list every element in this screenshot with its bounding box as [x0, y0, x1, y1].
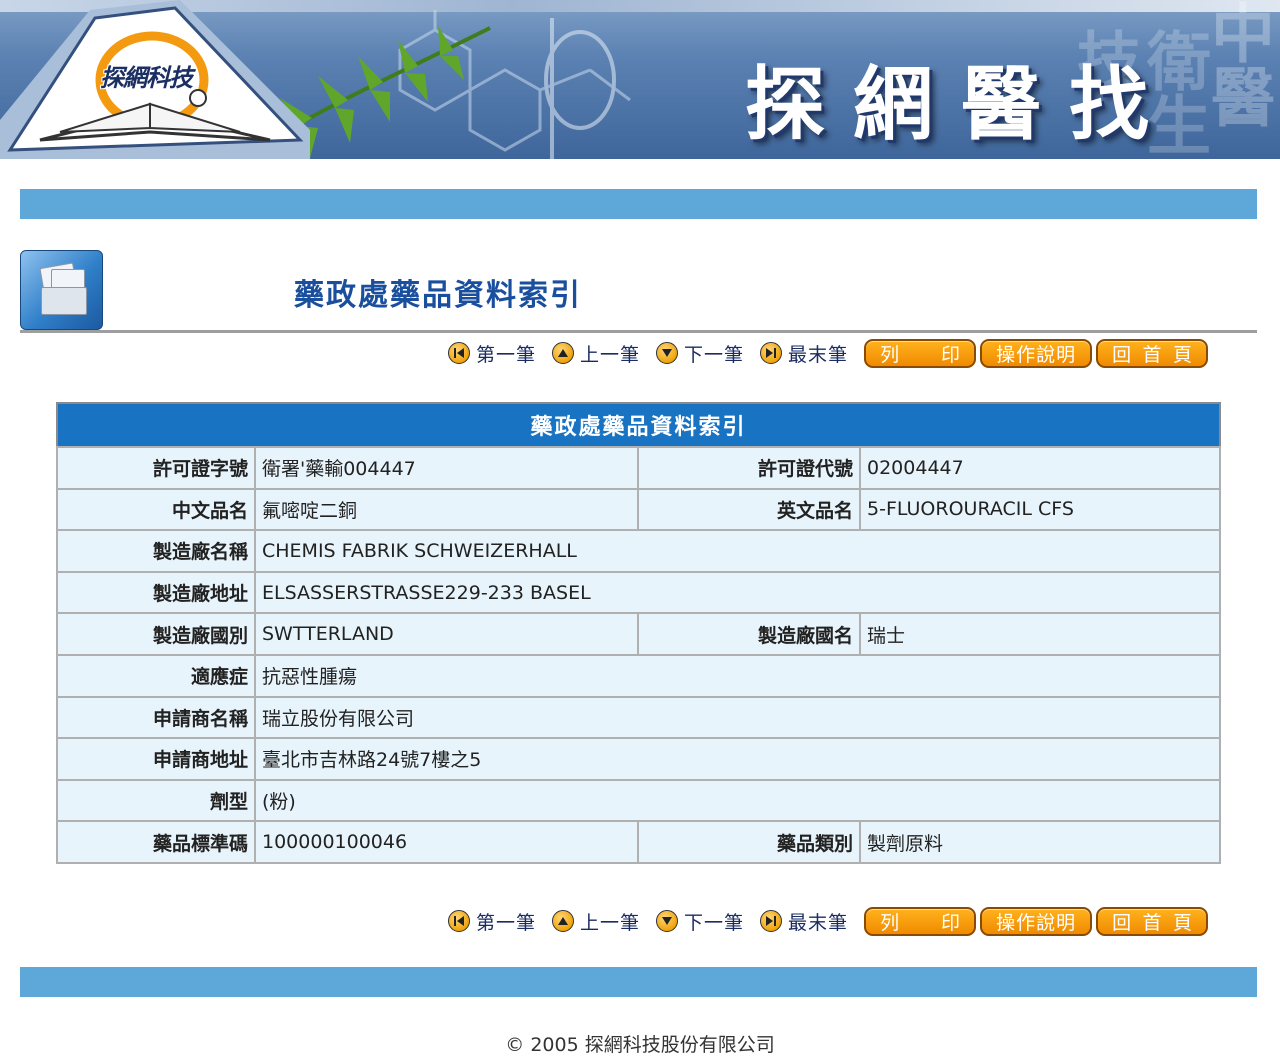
home-label-2: 首 — [1142, 343, 1162, 366]
field-value: CHEMIS FABRIK SCHWEIZERHALL — [254, 529, 1221, 573]
print-label-1: 列 — [880, 343, 900, 366]
rewind-icon — [448, 342, 470, 364]
prev-record-button[interactable]: 上一筆 — [552, 908, 640, 935]
field-value: 製劑原料 — [859, 820, 1221, 864]
arrow-down-icon — [656, 910, 679, 932]
field-label: 申請商名稱 — [56, 695, 256, 740]
field-label: 製造廠名稱 — [56, 529, 256, 573]
table-row: 製造廠地址 ELSASSERSTRASSE229-233 BASEL — [56, 570, 1221, 615]
print-button[interactable]: 列 印 — [864, 338, 977, 368]
folder-icon — [20, 250, 103, 330]
copyright-text: © 2005 探網科技股份有限公司 — [505, 1034, 775, 1056]
field-value: (粉) — [254, 778, 1221, 823]
home-label-3: 頁 — [1173, 911, 1193, 934]
home-button[interactable]: 回 首 頁 — [1096, 338, 1209, 368]
last-record-button[interactable]: 最末筆 — [760, 908, 848, 935]
table-row: 申請商地址 臺北市吉林路24號7樓之5 — [56, 737, 1221, 781]
brand-title: 探網醫找 — [745, 57, 1177, 151]
record-nav-bottom: 第一筆 上一筆 下一筆 最末筆 列 印 操作說明 回 首 頁 — [448, 906, 1212, 936]
last-record-button[interactable]: 最末筆 — [760, 340, 848, 367]
field-value: 抗惡性腫瘍 — [254, 653, 1221, 698]
field-value: ELSASSERSTRASSE229-233 BASEL — [254, 570, 1221, 615]
last-record-label: 最末筆 — [788, 911, 849, 934]
first-record-label: 第一筆 — [476, 343, 537, 366]
field-label: 申請商地址 — [56, 737, 256, 781]
fast-forward-icon — [760, 342, 783, 364]
field-label: 藥品類別 — [637, 820, 861, 864]
print-label-2: 印 — [941, 911, 961, 934]
prev-record-label: 上一筆 — [580, 343, 641, 366]
home-label-1: 回 — [1112, 911, 1132, 934]
fast-forward-icon — [760, 910, 783, 932]
top-accent-bar — [20, 189, 1257, 219]
first-record-button[interactable]: 第一筆 — [448, 908, 536, 935]
prev-record-button[interactable]: 上一筆 — [552, 340, 640, 367]
home-button[interactable]: 回 首 頁 — [1096, 906, 1209, 936]
arrow-down-icon — [656, 342, 679, 364]
prev-record-label: 上一筆 — [580, 911, 641, 934]
next-record-label: 下一筆 — [684, 911, 745, 934]
bottom-accent-bar — [20, 967, 1257, 997]
table-row: 藥品標準碼 100000100046 藥品類別 製劑原料 — [56, 820, 1221, 864]
next-record-label: 下一筆 — [684, 343, 745, 366]
arrow-up-icon — [552, 342, 575, 364]
home-label-1: 回 — [1112, 343, 1132, 366]
help-button[interactable]: 操作說明 — [980, 906, 1093, 936]
field-value: 5-FLUOROURACIL CFS — [859, 487, 1221, 532]
field-label: 中文品名 — [56, 487, 256, 532]
field-value: SWTTERLAND — [254, 612, 639, 656]
first-record-button[interactable]: 第一筆 — [448, 340, 536, 367]
field-value: 瑞士 — [859, 612, 1221, 656]
print-button[interactable]: 列 印 — [864, 906, 977, 936]
table-row: 中文品名 氟嘧啶二銅 英文品名 5-FLUOROURACIL CFS — [56, 487, 1221, 532]
home-label-3: 頁 — [1173, 343, 1193, 366]
field-label: 英文品名 — [637, 487, 861, 532]
title-divider — [20, 330, 1257, 333]
table-row: 許可證字號 衛署'藥輸004447 許可證代號 02004447 — [56, 446, 1221, 490]
logo-text: 探網科技 — [100, 63, 193, 92]
banner-ghost-text: 中醫 — [1200, 0, 1275, 128]
page-title: 藥政處藥品資料索引 — [294, 278, 582, 313]
next-record-button[interactable]: 下一筆 — [656, 908, 744, 935]
table-row: 適應症 抗惡性腫瘍 — [56, 653, 1221, 698]
last-record-label: 最末筆 — [788, 343, 849, 366]
field-label: 適應症 — [56, 653, 256, 698]
print-label-2: 印 — [941, 343, 961, 366]
field-label: 製造廠國別 — [56, 612, 256, 656]
table-header-row: 藥政處藥品資料索引 — [57, 403, 1220, 447]
field-label: 劑型 — [56, 778, 256, 823]
field-label: 許可證字號 — [56, 446, 256, 490]
field-value: 100000100046 — [254, 820, 639, 864]
help-button[interactable]: 操作說明 — [980, 338, 1093, 368]
first-record-label: 第一筆 — [476, 911, 537, 934]
print-label-1: 列 — [880, 911, 900, 934]
table-row: 申請商名稱 瑞立股份有限公司 — [56, 695, 1221, 740]
field-label: 製造廠地址 — [56, 570, 256, 615]
table-row: 劑型 (粉) — [56, 778, 1221, 823]
header-banner: 探網科技 中醫 衛生技 探網醫找 — [0, 0, 1280, 159]
field-value: 氟嘧啶二銅 — [254, 487, 639, 532]
field-label: 製造廠國名 — [637, 612, 861, 656]
drug-info-table: 藥政處藥品資料索引 許可證字號 衛署'藥輸004447 許可證代號 020044… — [56, 402, 1221, 864]
field-value: 衛署'藥輸004447 — [254, 446, 639, 490]
table-row: 製造廠名稱 CHEMIS FABRIK SCHWEIZERHALL — [56, 529, 1221, 573]
table-row: 製造廠國別 SWTTERLAND 製造廠國名 瑞士 — [56, 612, 1221, 656]
field-value: 瑞立股份有限公司 — [254, 695, 1221, 740]
field-label: 藥品標準碼 — [56, 820, 256, 864]
rewind-icon — [448, 910, 470, 932]
home-label-2: 首 — [1142, 911, 1162, 934]
field-value: 02004447 — [859, 446, 1221, 490]
arrow-up-icon — [552, 910, 575, 932]
next-record-button[interactable]: 下一筆 — [656, 340, 744, 367]
field-label: 許可證代號 — [637, 446, 861, 490]
table-header: 藥政處藥品資料索引 — [57, 403, 1220, 447]
field-value: 臺北市吉林路24號7樓之5 — [254, 737, 1221, 781]
record-nav-top: 第一筆 上一筆 下一筆 最末筆 列 印 操作說明 回 首 頁 — [448, 338, 1212, 368]
